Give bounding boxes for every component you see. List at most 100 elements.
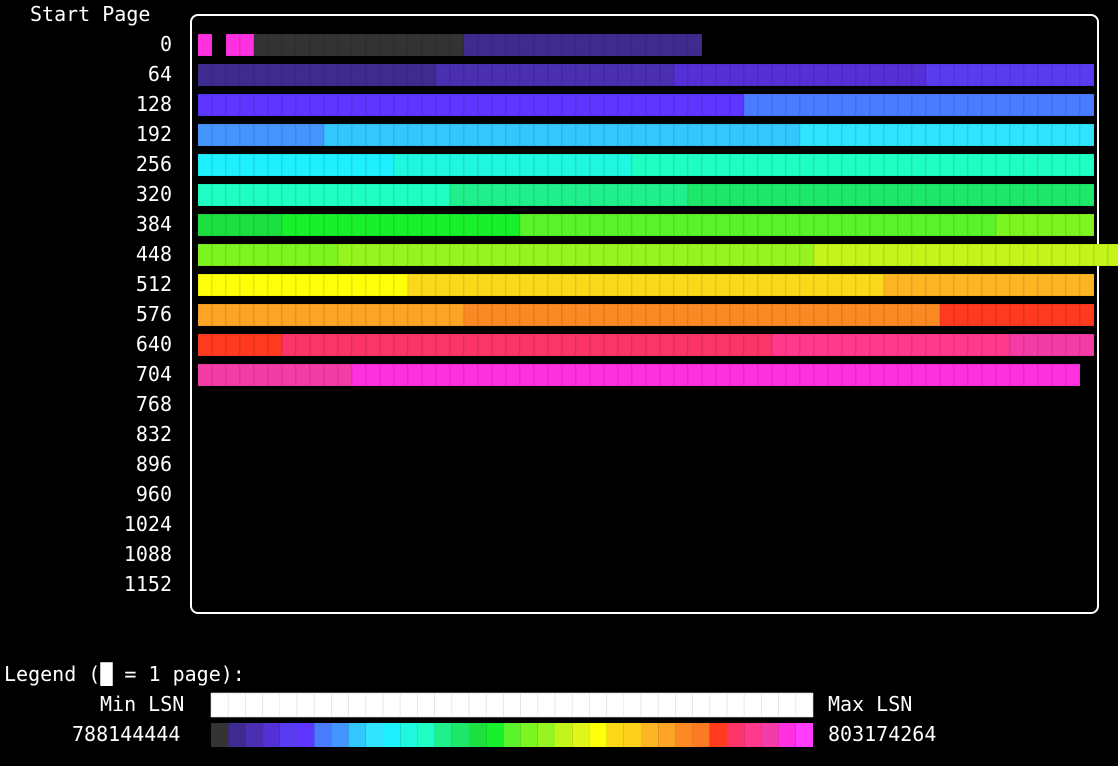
page-cell bbox=[589, 273, 605, 297]
page-cell bbox=[659, 63, 675, 87]
page-cell bbox=[701, 213, 717, 237]
page-cell bbox=[435, 33, 451, 57]
page-map-grid bbox=[197, 33, 1118, 747]
legend-color-cell bbox=[297, 723, 315, 747]
page-cell bbox=[225, 363, 241, 387]
page-cell bbox=[239, 183, 255, 207]
page-cell bbox=[407, 213, 423, 237]
page-cell bbox=[967, 333, 983, 357]
page-cell bbox=[813, 153, 829, 177]
page-cell bbox=[435, 213, 451, 237]
legend-white-cell bbox=[520, 692, 539, 718]
page-cell bbox=[197, 363, 213, 387]
page-cell bbox=[1023, 123, 1039, 147]
page-cell bbox=[379, 243, 395, 267]
page-cell bbox=[855, 213, 871, 237]
page-cell bbox=[687, 123, 703, 147]
legend-white-cell bbox=[761, 692, 779, 718]
page-cell bbox=[337, 183, 353, 207]
page-cell bbox=[771, 213, 787, 237]
page-cell bbox=[659, 243, 675, 267]
page-cell bbox=[925, 363, 941, 387]
legend-color-cell bbox=[761, 723, 779, 747]
page-cell bbox=[799, 363, 815, 387]
page-cell bbox=[771, 303, 787, 327]
page-cell bbox=[407, 243, 423, 267]
page-cell bbox=[995, 63, 1011, 87]
legend-color-cell bbox=[692, 723, 710, 747]
page-cell bbox=[225, 333, 241, 357]
page-cell bbox=[995, 93, 1011, 117]
page-cell bbox=[393, 63, 409, 87]
page-cell bbox=[1023, 93, 1039, 117]
page-cell bbox=[463, 333, 479, 357]
legend-color-cell bbox=[434, 723, 452, 747]
page-cell bbox=[883, 63, 899, 87]
page-cell bbox=[743, 363, 759, 387]
page-cell bbox=[295, 333, 311, 357]
page-cell bbox=[743, 183, 759, 207]
page-cell bbox=[1065, 333, 1081, 357]
page-cell bbox=[967, 123, 983, 147]
page-cell bbox=[771, 153, 787, 177]
page-cell bbox=[337, 153, 353, 177]
page-cell bbox=[981, 363, 997, 387]
page-cell bbox=[785, 273, 801, 297]
page-cell bbox=[1051, 243, 1067, 267]
page-cell bbox=[603, 153, 619, 177]
legend-color-cell bbox=[503, 723, 521, 747]
page-cell bbox=[1051, 63, 1067, 87]
page-cell bbox=[799, 153, 815, 177]
page-cell bbox=[575, 33, 591, 57]
page-cell bbox=[547, 93, 563, 117]
page-cell bbox=[827, 333, 843, 357]
page-cell bbox=[309, 243, 325, 267]
page-cell bbox=[505, 63, 521, 87]
page-cell bbox=[1023, 363, 1039, 387]
page-cell bbox=[785, 363, 801, 387]
page-cell bbox=[323, 273, 339, 297]
page-cell bbox=[351, 183, 367, 207]
page-cell bbox=[1065, 273, 1081, 297]
page-cell bbox=[491, 123, 507, 147]
page-cell bbox=[953, 273, 969, 297]
page-cell bbox=[869, 333, 885, 357]
page-cell bbox=[673, 333, 689, 357]
page-cell bbox=[701, 273, 717, 297]
page-cell bbox=[855, 183, 871, 207]
page-cell bbox=[743, 213, 759, 237]
page-cell bbox=[435, 303, 451, 327]
page-cell bbox=[771, 273, 787, 297]
page-cell bbox=[477, 303, 493, 327]
page-cell bbox=[911, 363, 927, 387]
page-cell bbox=[491, 213, 507, 237]
page-cell bbox=[743, 123, 759, 147]
page-cell bbox=[505, 213, 521, 237]
page-cell bbox=[589, 303, 605, 327]
page-cell bbox=[491, 93, 507, 117]
page-cell bbox=[603, 303, 619, 327]
page-cell bbox=[939, 273, 955, 297]
page-cell bbox=[911, 153, 927, 177]
legend-color-cell bbox=[555, 723, 573, 747]
page-cell bbox=[519, 333, 535, 357]
page-cell bbox=[631, 303, 647, 327]
page-cell bbox=[281, 153, 297, 177]
page-cell bbox=[995, 363, 1011, 387]
page-cell bbox=[547, 303, 563, 327]
page-cell bbox=[715, 243, 731, 267]
page-cell bbox=[981, 273, 997, 297]
page-cell bbox=[1079, 153, 1095, 177]
page-cell bbox=[757, 363, 773, 387]
page-cell bbox=[1051, 333, 1067, 357]
page-cell bbox=[393, 93, 409, 117]
legend-color-cell bbox=[400, 723, 418, 747]
page-cell bbox=[309, 123, 325, 147]
page-cell bbox=[953, 303, 969, 327]
page-cell bbox=[351, 213, 367, 237]
page-cell bbox=[491, 63, 507, 87]
page-cell bbox=[1065, 183, 1081, 207]
legend-white-cell bbox=[640, 692, 659, 718]
page-cell bbox=[407, 153, 423, 177]
page-cell bbox=[603, 123, 619, 147]
